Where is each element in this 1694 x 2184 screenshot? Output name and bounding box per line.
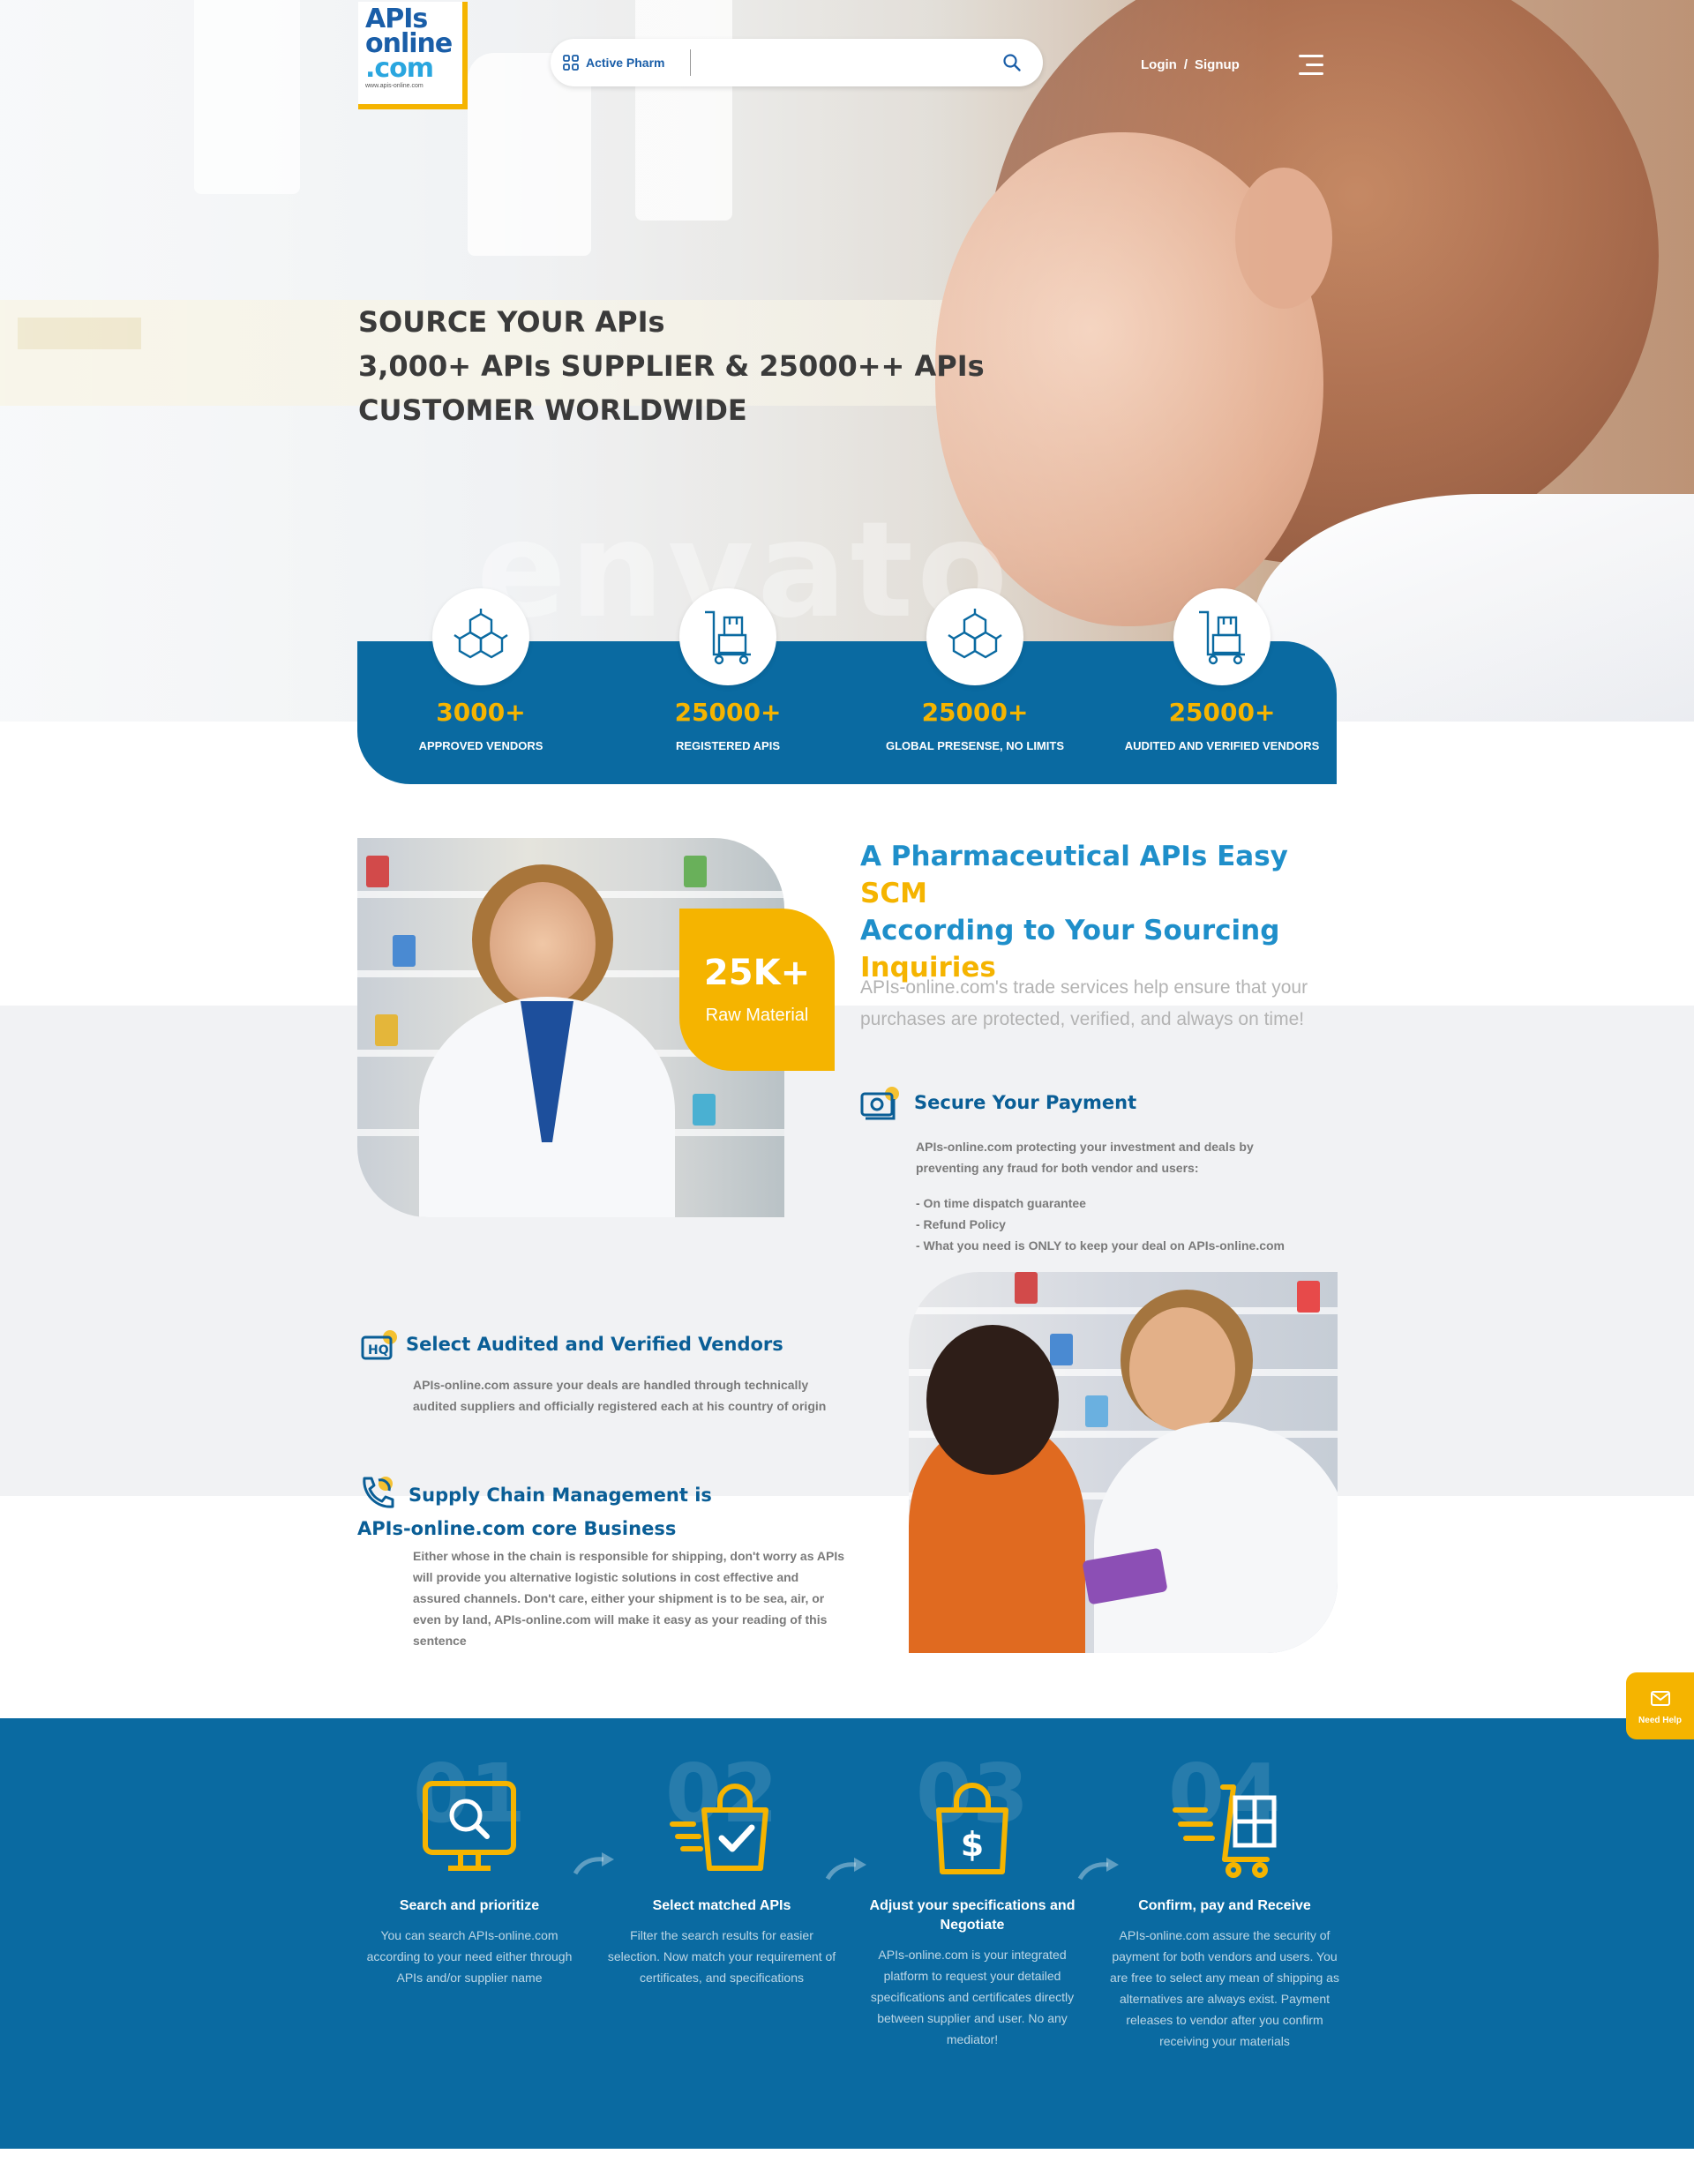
logo-line-3: .com — [365, 53, 434, 84]
process-step-2: 02 Select matched APIs Filter the search… — [607, 1754, 836, 1988]
search-icon[interactable] — [1002, 53, 1022, 72]
about-description: APIs-online.com's trade services help en… — [860, 977, 1308, 1029]
about-title-part-2: According to Your Sourcing — [860, 915, 1280, 946]
stat-label: GLOBAL PRESENSE, NO LIMITS — [885, 739, 1064, 752]
step-title: Confirm, pay and Receive — [1138, 1898, 1311, 1913]
photo-box — [375, 1014, 398, 1046]
process-step-1: 01 Search and prioritize You can search … — [355, 1754, 584, 1988]
monitor-search-icon — [423, 1781, 516, 1871]
stat-number: 25000+ — [1168, 698, 1276, 727]
stat-audited-vendors: 25000+ AUDITED AND VERIFIED VENDORS — [1098, 588, 1345, 752]
step-text: APIs-online.com assure the security of p… — [1110, 1928, 1339, 2048]
hero-title-line-2: 3,000+ APIs SUPPLIER & 25000++ APIs — [358, 349, 985, 383]
step-text: Filter the search results for easier sel… — [607, 1928, 836, 1985]
photo-child-head — [926, 1325, 1059, 1475]
stat-number: 3000+ — [436, 698, 526, 727]
process-step-4: 04 Confirm, pay and Receive APIs-online.… — [1110, 1754, 1339, 2052]
photo-doctor-face — [1129, 1307, 1235, 1431]
stat-icon-circle — [926, 588, 1023, 685]
verified-vendor-icon: HQ — [361, 1330, 397, 1360]
auth-links: Login / Signup — [1141, 57, 1240, 72]
stat-label: AUDITED AND VERIFIED VENDORS — [1124, 739, 1320, 752]
step-title: Search and prioritize — [399, 1898, 540, 1913]
bag-check-icon — [670, 1784, 768, 1871]
pharmacist-child-photo — [909, 1272, 1338, 1653]
need-help-button[interactable]: Need Help — [1626, 1672, 1694, 1739]
payment-icon — [860, 1087, 899, 1120]
process-section: 01 Search and prioritize You can search … — [0, 1718, 1694, 2149]
payment-list-item: - Refund Policy — [916, 1217, 1006, 1231]
stat-label: REGISTERED APIS — [676, 739, 780, 752]
payment-list: - On time dispatch guarantee - Refund Po… — [916, 1193, 1339, 1256]
molecule-icon — [948, 609, 1002, 659]
photo-box — [1085, 1395, 1108, 1427]
step-title: Select matched APIs — [652, 1898, 791, 1913]
stat-icon-circle — [679, 588, 776, 685]
cart-boxes-icon — [1199, 610, 1245, 665]
step-text: APIs-online.com is your integrated platf… — [870, 1948, 1075, 2046]
step-title: Adjust your specifications and Negotiate — [869, 1898, 1076, 1933]
badge-number: 25K+ — [703, 953, 811, 993]
search-input[interactable] — [701, 48, 992, 78]
raw-material-badge: 25K+ Raw Material — [679, 909, 835, 1071]
photo-box — [366, 856, 389, 887]
signup-link[interactable]: Signup — [1195, 57, 1240, 72]
photo-box — [1015, 1272, 1038, 1304]
grid-icon[interactable] — [563, 55, 579, 71]
photo-doctor-coat — [1094, 1422, 1338, 1653]
svg-text:$: $ — [961, 1825, 984, 1864]
menu-icon[interactable] — [1299, 55, 1323, 78]
stat-icon-circle — [432, 588, 529, 685]
hero-title: SOURCE YOUR APIs 3,000+ APIs SUPPLIER & … — [358, 300, 1064, 432]
stat-label: APPROVED VENDORS — [418, 739, 543, 752]
site-logo[interactable]: APIs online .com www.apis-online.com — [358, 2, 468, 109]
need-help-label: Need Help — [1638, 1716, 1682, 1725]
molecule-icon — [453, 609, 508, 659]
hero-title-line-1: SOURCE YOUR APIs — [358, 305, 665, 339]
stat-number: 25000+ — [674, 698, 782, 727]
stat-global-presence: 25000+ GLOBAL PRESENSE, NO LIMITS — [851, 588, 1098, 752]
vendors-title: Select Audited and Verified Vendors — [406, 1334, 783, 1355]
step-text: You can search APIs-online.com according… — [366, 1928, 573, 1985]
about-title-part-1: A Pharmaceutical APIs Easy — [860, 841, 1288, 872]
photo-box — [1050, 1334, 1073, 1365]
vendors-text: APIs-online.com assure your deals are ha… — [413, 1378, 827, 1413]
photo-shelf — [909, 1307, 1338, 1314]
auth-separator: / — [1183, 57, 1188, 72]
fast-cart-icon — [1173, 1784, 1277, 1878]
photo-box — [1297, 1281, 1320, 1313]
search-category-select[interactable]: Active Pharm — [586, 56, 671, 70]
stat-number: 25000+ — [921, 698, 1029, 727]
hero-title-line-3: CUSTOMER WORLDWIDE — [358, 393, 747, 427]
svg-text:HQ: HQ — [368, 1343, 389, 1358]
stat-icon-circle — [1173, 588, 1270, 685]
photo-person-face — [490, 882, 596, 1006]
search-divider — [690, 49, 691, 76]
stat-registered-apis: 25000+ REGISTERED APIS — [604, 588, 851, 752]
search-bar: Active Pharm — [551, 39, 1043, 86]
payment-list-item: - What you need is ONLY to keep your dea… — [916, 1238, 1285, 1253]
about-title-highlight-1: SCM — [860, 878, 927, 909]
mail-icon — [1650, 1691, 1670, 1706]
stats-bar: 3000+ APPROVED VENDORS 25000+ REGISTERED… — [357, 588, 1337, 784]
payment-list-item: - On time dispatch guarantee — [916, 1196, 1086, 1210]
logo-url: www.apis-online.com — [365, 83, 424, 89]
badge-label: Raw Material — [705, 1006, 809, 1025]
grey-background-band — [0, 1006, 1694, 1496]
bag-dollar-icon: $ — [936, 1783, 1008, 1874]
photo-box — [693, 1094, 716, 1126]
payment-title: Secure Your Payment — [914, 1092, 1137, 1113]
stat-approved-vendors: 3000+ APPROVED VENDORS — [357, 588, 604, 752]
process-step-3: 03 $ Adjust your specifications and Nego… — [858, 1754, 1087, 2050]
login-link[interactable]: Login — [1141, 57, 1177, 72]
cart-boxes-icon — [705, 610, 751, 665]
supply-text: Either whose in the chain is responsible… — [413, 1549, 845, 1648]
supply-title: Supply Chain Management is APIs-online.c… — [357, 1485, 712, 1539]
photo-box — [684, 856, 707, 887]
payment-intro: APIs-online.com protecting your investme… — [916, 1140, 1254, 1175]
photo-box — [393, 935, 416, 967]
about-title: A Pharmaceutical APIs Easy SCM According … — [860, 838, 1337, 986]
